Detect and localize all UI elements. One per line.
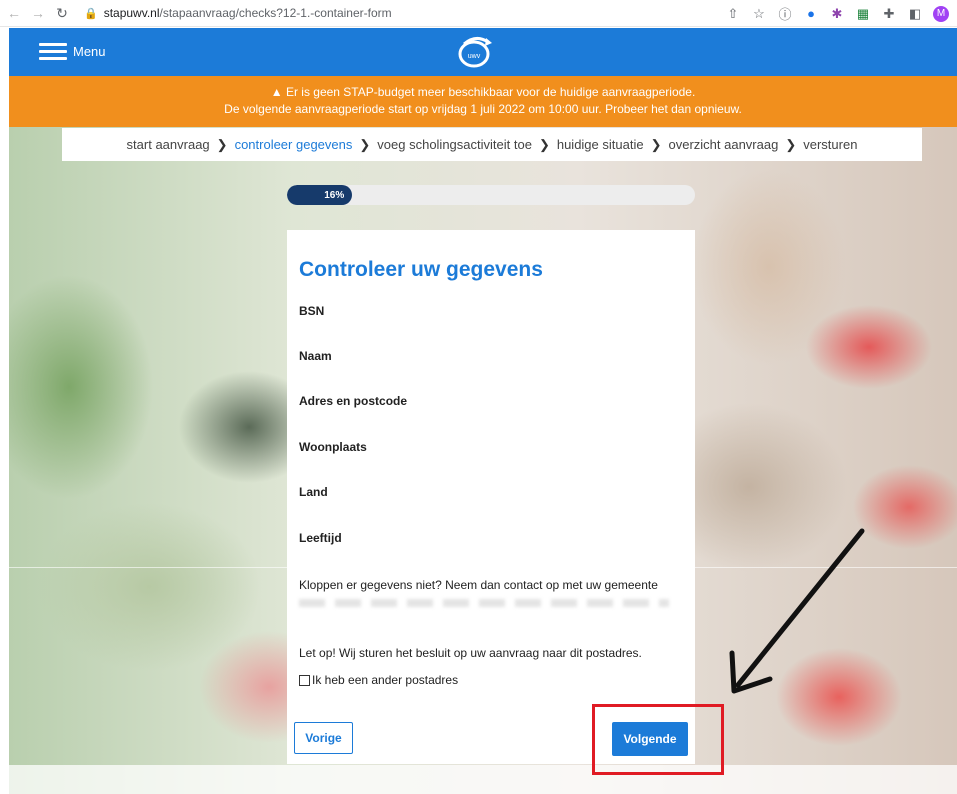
hamburger-icon xyxy=(39,42,67,60)
browser-toolbar: ← → ↻ 🔒 stapuwv.nl/stapaanvraag/checks?1… xyxy=(0,0,957,27)
banner-line-1: Er is geen STAP-budget meer beschikbaar … xyxy=(285,85,696,99)
profile-avatar[interactable]: M xyxy=(933,5,949,22)
extension-flower-icon[interactable]: ✱ xyxy=(829,6,845,22)
chevron-right-icon: ❯ xyxy=(538,136,550,152)
field-label-adres: Adres en postcode xyxy=(299,394,408,408)
url-host: stapuwv.nl xyxy=(103,6,160,20)
forward-arrow-icon[interactable]: → xyxy=(28,5,48,21)
password-manager-icon[interactable]: ⓘ xyxy=(777,4,793,23)
form-card: Controleer uw gegevens BSN Naam Adres en… xyxy=(287,230,695,764)
back-arrow-icon[interactable]: ← xyxy=(4,5,24,21)
logo-text: uwv xyxy=(468,53,481,60)
uwv-logo[interactable]: uwv xyxy=(454,34,494,70)
field-label-land: Land xyxy=(299,485,328,499)
progress-bar: 16% xyxy=(287,185,695,205)
banner-line-2: De volgende aanvraagperiode start op vri… xyxy=(224,102,742,116)
extensions-puzzle-icon[interactable]: ✚ xyxy=(881,6,897,22)
extension-icons: ⇧ ☆ ⓘ ● ✱ ▦ ✚ ◧ M xyxy=(725,4,949,23)
annotation-highlight-box xyxy=(592,704,724,775)
other-address-checkbox[interactable] xyxy=(299,674,310,686)
menu-button[interactable]: Menu xyxy=(39,42,106,60)
field-label-naam: Naam xyxy=(299,349,332,363)
extension-grid-icon[interactable]: ▦ xyxy=(855,6,871,22)
breadcrumb-step-overzicht-aanvraag: overzicht aanvraag xyxy=(668,137,779,152)
share-icon[interactable]: ⇧ xyxy=(725,6,741,22)
field-label-leeftijd: Leeftijd xyxy=(299,531,342,545)
chevron-right-icon: ❯ xyxy=(650,136,662,152)
field-label-woonplaats: Woonplaats xyxy=(299,440,367,454)
page-title: Controleer uw gegevens xyxy=(299,258,543,281)
previous-button[interactable]: Vorige xyxy=(294,722,353,754)
breadcrumb-step-huidige-situatie: huidige situatie xyxy=(556,137,644,152)
extension-blue-icon[interactable]: ● xyxy=(803,6,819,21)
blurred-text-line xyxy=(299,599,669,607)
site-header: Menu uwv xyxy=(9,28,957,76)
chevron-right-icon: ❯ xyxy=(216,136,228,152)
progress-fill: 16% xyxy=(287,185,353,205)
field-label-bsn: BSN xyxy=(299,304,325,318)
breadcrumb: start aanvraag ❯ controleer gegevens ❯ v… xyxy=(62,128,922,161)
reload-icon[interactable]: ↻ xyxy=(52,5,72,22)
side-panel-icon[interactable]: ◧ xyxy=(907,6,923,22)
breadcrumb-step-controleer-gegevens[interactable]: controleer gegevens xyxy=(235,137,353,152)
progress-label: 16% xyxy=(324,189,345,201)
checkbox-label: Ik heb een ander postadres xyxy=(312,673,459,687)
breadcrumb-step-versturen: versturen xyxy=(803,137,858,152)
bookmark-star-icon[interactable]: ☆ xyxy=(751,6,767,22)
warning-triangle-icon: ▲ xyxy=(270,85,283,99)
menu-label: Menu xyxy=(73,43,106,59)
budget-warning-banner: ▲ Er is geen STAP-budget meer beschikbaa… xyxy=(9,76,957,127)
photo-footer-fade xyxy=(9,765,957,794)
annotation-arrow-icon xyxy=(729,528,865,694)
url-path: /stapaanvraag/checks?12-1.-container-for… xyxy=(159,6,392,20)
breadcrumb-step-start-aanvraag[interactable]: start aanvraag xyxy=(127,137,210,152)
chevron-right-icon: ❯ xyxy=(785,136,797,152)
contact-info-text: Kloppen er gegevens niet? Neem dan conta… xyxy=(299,578,658,592)
chevron-right-icon: ❯ xyxy=(359,136,371,152)
lock-icon: 🔒 xyxy=(84,7,98,20)
breadcrumb-step-voeg-scholingsactiviteit-toe: voeg scholingsactiviteit toe xyxy=(377,137,532,152)
other-address-checkbox-row[interactable]: Ik heb een ander postadres xyxy=(299,673,458,687)
postal-address-warning: Let op! Wij sturen het besluit op uw aan… xyxy=(299,646,642,660)
address-bar[interactable]: stapuwv.nl/stapaanvraag/checks?12-1.-con… xyxy=(104,6,392,20)
